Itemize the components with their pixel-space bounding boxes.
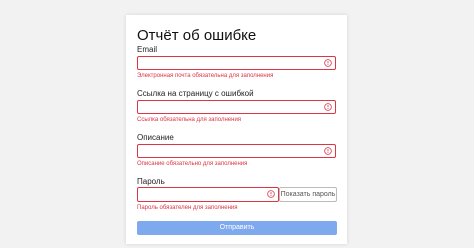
email-field[interactable] [137,56,336,74]
email-label: Email [137,45,158,54]
password-error: Пароль обязателен для заполнения [137,205,238,211]
password-field[interactable] [137,187,279,205]
show-password-button[interactable]: Показать пароль [279,187,337,202]
description-field[interactable] [137,144,336,162]
url-field[interactable] [137,100,336,118]
error-circle-icon [324,147,332,155]
description-label: Описание [137,133,174,142]
error-circle-icon [324,59,332,67]
email-error: Электронная почта обязательна для заполн… [137,73,274,79]
description-error: Описание обязательно для заполнения [137,161,248,167]
password-input[interactable] [138,192,270,205]
error-circle-icon [267,190,275,198]
password-label: Пароль [137,177,165,186]
url-error: Ссылка обязательна для заполнения [137,117,242,123]
error-circle-icon [324,103,332,111]
url-label: Ссылка на страницу с ошибкой [137,89,254,98]
form-title: Отчёт об ошибке [137,27,257,44]
submit-button[interactable]: Отправить [137,221,337,235]
